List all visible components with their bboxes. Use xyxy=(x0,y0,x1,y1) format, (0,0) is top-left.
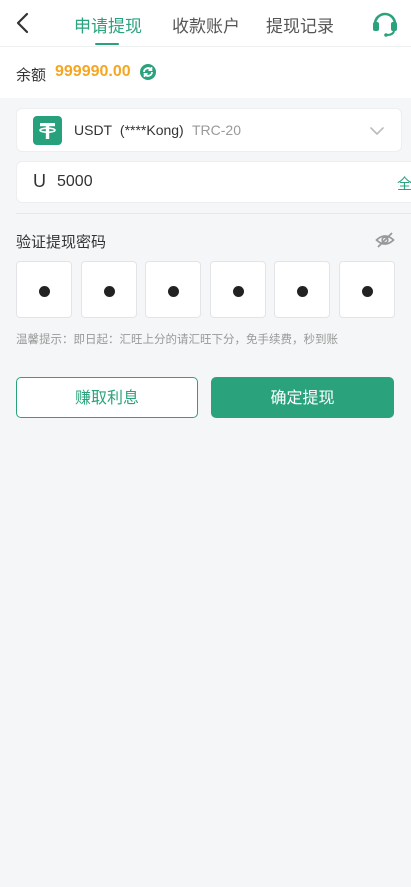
top-nav: 申请提现 收款账户 提现记录 xyxy=(0,0,411,46)
usdt-logo-icon xyxy=(33,116,62,145)
pin-digit-box[interactable] xyxy=(145,261,201,318)
pin-digit-box[interactable] xyxy=(210,261,266,318)
coin-name: USDT (****Kong) xyxy=(74,122,184,138)
pin-dot xyxy=(168,286,179,297)
amount-input[interactable] xyxy=(57,170,357,194)
headset-icon[interactable] xyxy=(370,8,400,38)
withdraw-all-button[interactable]: 全 xyxy=(397,173,411,194)
divider xyxy=(16,213,411,214)
pin-dot xyxy=(104,286,115,297)
tab-withdraw-records[interactable]: 提现记录 xyxy=(266,12,334,37)
balance-amount: 999990.00 xyxy=(55,63,131,80)
amount-unit: U xyxy=(33,171,46,191)
pin-digit-box[interactable] xyxy=(16,261,72,318)
confirm-withdraw-button[interactable]: 确定提现 xyxy=(211,377,394,418)
pin-dot xyxy=(39,286,50,297)
password-section-title: 验证提现密码 xyxy=(16,233,107,251)
earn-interest-button[interactable]: 赚取利息 xyxy=(16,377,198,418)
eye-off-icon[interactable] xyxy=(375,231,395,249)
pin-dot xyxy=(297,286,308,297)
pin-dot xyxy=(362,286,373,297)
chevron-left-icon[interactable] xyxy=(10,9,38,37)
tip-text: 温馨提示：即日起：汇旺上分的请汇旺下分，免手续费，秒到账 xyxy=(16,332,338,346)
tab-apply-withdraw[interactable]: 申请提现 xyxy=(74,12,142,37)
balance-label: 余额 xyxy=(16,66,47,84)
amount-field: U 全 xyxy=(16,161,411,203)
pin-digit-box[interactable] xyxy=(274,261,330,318)
pin-digit-box[interactable] xyxy=(339,261,395,318)
balance-row: 余额 999990.00 xyxy=(0,46,411,98)
coin-network: TRC-20 xyxy=(192,122,242,138)
pin-dot xyxy=(233,286,244,297)
pin-digit-box[interactable] xyxy=(81,261,137,318)
tab-receiving-account[interactable]: 收款账户 xyxy=(172,12,240,37)
chevron-down-icon xyxy=(370,127,384,135)
active-tab-indicator xyxy=(95,43,119,45)
refresh-icon[interactable] xyxy=(139,63,157,81)
coin-selector[interactable]: USDT (****Kong) TRC-20 xyxy=(16,108,402,152)
